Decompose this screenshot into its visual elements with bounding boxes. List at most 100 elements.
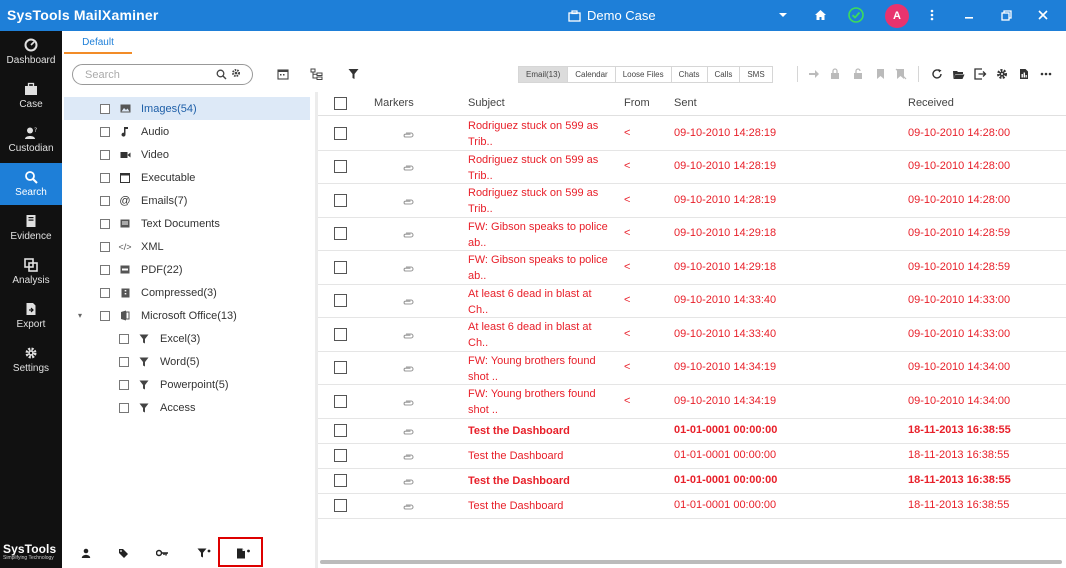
attachment-marker-icon[interactable] (402, 264, 414, 272)
tree-item-xml[interactable]: </> XML (64, 235, 310, 258)
nav-settings[interactable]: Settings (0, 339, 62, 381)
tree-checkbox[interactable] (119, 356, 129, 367)
report-icon[interactable] (1016, 66, 1032, 82)
tree-checkbox[interactable] (119, 333, 129, 344)
attachment-marker-icon[interactable] (402, 427, 414, 435)
filter-icon[interactable] (345, 66, 361, 82)
bookmark-icon[interactable] (872, 66, 888, 82)
refresh-icon[interactable] (929, 66, 945, 82)
attachment-marker-icon[interactable] (402, 452, 414, 460)
tab-calls[interactable]: Calls (708, 67, 741, 82)
nav-custodian[interactable]: ? Custodian (0, 119, 62, 161)
search-icon[interactable] (216, 69, 227, 83)
table-row[interactable]: Rodriguez stuck on 599 as Trib.. <09-10-2… (318, 184, 1066, 218)
attachment-marker-icon[interactable] (402, 230, 414, 238)
case-dropdown-icon[interactable] (775, 7, 791, 23)
column-received[interactable]: Received (908, 97, 954, 109)
tree-checkbox[interactable] (119, 379, 129, 390)
table-row[interactable]: Test the Dashboard 01-01-0001 00:00:00 18-… (318, 419, 1066, 444)
close-icon[interactable] (1035, 7, 1051, 23)
tab-chats[interactable]: Chats (672, 67, 708, 82)
row-checkbox[interactable] (334, 193, 347, 207)
tree-checkbox[interactable] (100, 218, 110, 229)
table-row[interactable]: FW: Young brothers found shot .. <09-10-2… (318, 352, 1066, 385)
tree-item-pdf[interactable]: PDF(22) (64, 258, 310, 281)
tree-checkbox[interactable] (100, 103, 110, 114)
attachment-marker-icon[interactable] (402, 197, 414, 205)
remove-bookmark-icon[interactable] (893, 66, 909, 82)
row-checkbox[interactable] (334, 160, 347, 174)
attachment-marker-icon[interactable] (402, 331, 414, 339)
calendar-icon[interactable] (275, 66, 291, 82)
tree-checkbox[interactable] (100, 264, 110, 275)
minimize-icon[interactable] (961, 7, 977, 23)
home-icon[interactable] (812, 7, 828, 23)
search-settings-icon[interactable] (231, 68, 241, 81)
table-row[interactable]: Test the Dashboard 01-01-0001 00:00:00 18-… (318, 469, 1066, 494)
tree-item-excel[interactable]: Excel(3) (64, 327, 310, 350)
folder-open-icon[interactable] (950, 66, 966, 82)
tree-view-icon[interactable] (308, 66, 324, 82)
nav-search[interactable]: Search (0, 163, 62, 205)
gear-icon[interactable] (994, 66, 1010, 82)
tree-checkbox[interactable] (100, 241, 110, 252)
tree-checkbox[interactable] (100, 195, 110, 206)
key-icon[interactable] (154, 545, 170, 561)
table-row[interactable]: FW: Young brothers found shot .. <09-10-2… (318, 385, 1066, 419)
row-checkbox[interactable] (334, 327, 347, 341)
filter-icon[interactable] (196, 545, 212, 561)
table-row[interactable]: At least 6 dead in blast at Ch.. <09-10-2… (318, 318, 1066, 352)
row-checkbox[interactable] (334, 474, 347, 487)
tree-item-powerpoint[interactable]: Powerpoint(5) (64, 373, 310, 396)
unlock-icon[interactable] (850, 66, 866, 82)
tree-item-compressed[interactable]: Compressed(3) (64, 281, 310, 304)
attachment-marker-icon[interactable] (402, 364, 414, 372)
nav-evidence[interactable]: Evidence (0, 207, 62, 249)
lock-icon[interactable] (827, 66, 843, 82)
table-row[interactable]: Rodriguez stuck on 599 as Trib.. <09-10-2… (318, 117, 1066, 151)
export-icon[interactable] (972, 66, 988, 82)
attachment-marker-icon[interactable] (402, 398, 414, 406)
table-row[interactable]: Test the Dashboard 01-01-0001 00:00:00 18-… (318, 444, 1066, 469)
nav-case[interactable]: Case (0, 75, 62, 117)
tree-item-emails[interactable]: @ Emails(7) (64, 189, 310, 212)
tree-item-access[interactable]: Access (64, 396, 310, 419)
row-checkbox[interactable] (334, 294, 347, 308)
more-vertical-icon[interactable] (924, 7, 940, 23)
tab-default[interactable]: Default (64, 32, 132, 54)
table-row[interactable]: At least 6 dead in blast at Ch.. <09-10-2… (318, 285, 1066, 318)
attachment-marker-icon[interactable] (402, 477, 414, 485)
user-icon[interactable] (78, 545, 94, 561)
avatar[interactable]: A (885, 4, 909, 28)
tab-loose-files[interactable]: Loose Files (616, 67, 672, 82)
row-checkbox[interactable] (334, 499, 347, 512)
tree-item-images[interactable]: Images(54) (64, 97, 310, 120)
nav-export[interactable]: Export (0, 295, 62, 337)
tree-checkbox[interactable] (119, 402, 129, 413)
tab-email[interactable]: Email(13) (519, 67, 569, 82)
restore-icon[interactable] (998, 7, 1014, 23)
table-row[interactable]: Test the Dashboard 01-01-0001 00:00:00 18-… (318, 494, 1066, 519)
row-checkbox[interactable] (334, 394, 347, 408)
column-from[interactable]: From (624, 97, 650, 109)
tag-icon[interactable] (116, 545, 132, 561)
forward-icon[interactable] (806, 66, 822, 82)
case-title[interactable]: Demo Case (568, 8, 656, 23)
more-horizontal-icon[interactable] (1038, 66, 1054, 82)
table-row[interactable]: FW: Gibson speaks to police ab.. <09-10-2… (318, 251, 1066, 285)
horizontal-scrollbar[interactable] (320, 560, 1062, 564)
row-checkbox[interactable] (334, 260, 347, 274)
tree-item-executable[interactable]: Executable (64, 166, 310, 189)
tree-checkbox[interactable] (100, 149, 110, 160)
chevron-down-icon[interactable]: ▾ (78, 311, 82, 320)
status-check-icon[interactable] (848, 7, 864, 23)
attachment-marker-icon[interactable] (402, 130, 414, 138)
nav-analysis[interactable]: Analysis (0, 251, 62, 293)
column-markers[interactable]: Markers (374, 97, 414, 109)
column-sent[interactable]: Sent (674, 97, 697, 109)
tree-item-video[interactable]: Video (64, 143, 310, 166)
row-checkbox[interactable] (334, 424, 347, 437)
tree-item-audio[interactable]: Audio (64, 120, 310, 143)
select-all-checkbox[interactable] (334, 97, 347, 110)
row-checkbox[interactable] (334, 227, 347, 241)
